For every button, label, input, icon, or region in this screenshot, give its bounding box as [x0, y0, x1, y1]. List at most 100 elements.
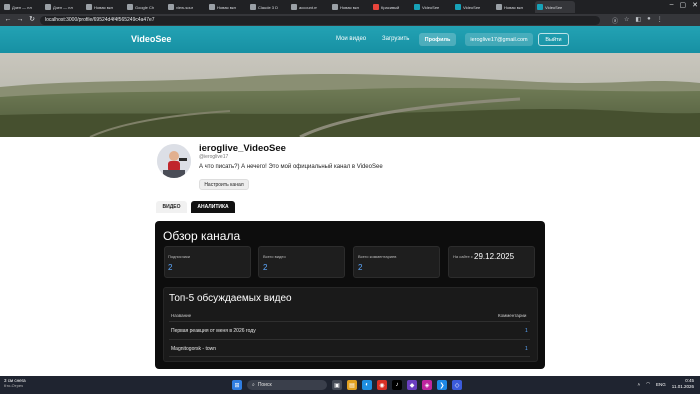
- chrome-icon[interactable]: ◉: [377, 380, 387, 390]
- top-videos-title: Топ-5 обсуждаемых видео: [169, 293, 292, 304]
- nav-email[interactable]: ieroglive17@gmail.com: [465, 33, 533, 46]
- tab-video[interactable]: ВИДЕО: [156, 201, 187, 213]
- browser-tab[interactable]: Claude 3 D: [248, 1, 288, 13]
- windows-start-icon[interactable]: ⊞: [232, 380, 242, 390]
- browser-tab[interactable]: Новая вкл: [84, 1, 124, 13]
- channel-banner: [0, 53, 700, 137]
- nav-my-videos[interactable]: Мои видео: [336, 36, 366, 42]
- browser-tab[interactable]: VideoSee: [412, 1, 452, 13]
- configure-channel-button[interactable]: Настроить канал: [199, 179, 249, 190]
- browser-tab[interactable]: Дзен — пл: [2, 1, 42, 13]
- table-row-comments: 1: [525, 346, 528, 352]
- star-icon[interactable]: ☆: [624, 16, 629, 25]
- minimize-icon[interactable]: –: [670, 1, 674, 9]
- browser-tab[interactable]: view-sour: [166, 1, 206, 13]
- stat-label: На сайте с: [453, 254, 473, 259]
- divider: [169, 356, 530, 357]
- browser-tab[interactable]: Новая вкл: [207, 1, 247, 13]
- forward-icon[interactable]: →: [16, 14, 24, 26]
- page-icon: [332, 4, 338, 10]
- search-label: Поиск: [257, 382, 272, 388]
- os-taskbar: 3 см снега Кто-Отреч ⊞ ⌕ Поиск ▣ ▤ ◐ ◉ ♪…: [0, 376, 700, 394]
- browser-tab[interactable]: Красивый: [371, 1, 411, 13]
- date: 11.01.2026: [671, 384, 694, 389]
- reload-icon[interactable]: ↻: [28, 14, 36, 26]
- divider: [169, 321, 530, 322]
- stat-value: 2: [263, 263, 268, 272]
- task-view-icon[interactable]: ▣: [332, 380, 342, 390]
- site-logo[interactable]: VideoSee: [131, 34, 171, 44]
- page-icon: [455, 4, 461, 10]
- app-icon[interactable]: ◇: [452, 380, 462, 390]
- stat-label: Всего комментариев: [358, 254, 397, 259]
- maximize-icon[interactable]: ▢: [680, 1, 687, 9]
- menu-icon[interactable]: ⋮: [657, 16, 663, 25]
- table-row-comments: 1: [525, 328, 528, 334]
- stat-card-videos: [258, 246, 345, 278]
- back-icon[interactable]: ←: [4, 14, 12, 26]
- stat-card-subscribers: [164, 246, 251, 278]
- browser-tab[interactable]: VideoSee: [453, 1, 493, 13]
- page-icon: [45, 4, 51, 10]
- browser-tab[interactable]: Новая вкл: [494, 1, 534, 13]
- page-icon: [86, 4, 92, 10]
- edge-icon[interactable]: ◐: [362, 380, 372, 390]
- overview-title: Обзор канала: [163, 229, 241, 243]
- channel-handle: @ieroglive17: [199, 154, 229, 160]
- stat-card-since: [448, 246, 535, 278]
- page-icon: [373, 4, 379, 10]
- avatar: [157, 144, 191, 178]
- tiktok-icon[interactable]: ♪: [392, 380, 402, 390]
- channel-name: ieroglive_VideoSee: [199, 143, 286, 154]
- divider: [169, 339, 530, 340]
- table-row-title[interactable]: Magnitogorsk - town: [171, 346, 216, 352]
- browser-tab[interactable]: Google Ch: [125, 1, 165, 13]
- search-icon: ⌕: [252, 382, 255, 388]
- close-icon[interactable]: ✕: [692, 1, 698, 9]
- app-icon[interactable]: ◆: [407, 380, 417, 390]
- weather-desc: Кто-Отреч: [4, 383, 24, 388]
- clock[interactable]: 0:45 11.01.2026: [672, 378, 694, 390]
- wifi-icon[interactable]: ◠: [646, 381, 650, 387]
- browser-tab-active[interactable]: VideoSee: [535, 1, 575, 13]
- browser-toolbar: ← → ↻ localhost:3000/profile/69524d4f4f5…: [0, 14, 700, 26]
- url-text: localhost:3000/profile/69524d4f4f565249c…: [45, 17, 155, 23]
- page-icon: [4, 4, 10, 10]
- page-viewport: VideoSee Мои видео Загрузить Профиль ier…: [0, 26, 700, 376]
- extensions-icon[interactable]: ◧: [635, 16, 641, 25]
- app-icon[interactable]: ◈: [422, 380, 432, 390]
- language-indicator[interactable]: ENG: [656, 382, 666, 387]
- page-icon: [250, 4, 256, 10]
- page-icon: [168, 4, 174, 10]
- nav-profile[interactable]: Профиль: [419, 33, 456, 46]
- page-icon: [127, 4, 133, 10]
- browser-tab[interactable]: account.m: [289, 1, 329, 13]
- profile-icon[interactable]: ●: [647, 16, 651, 25]
- browser-tab[interactable]: Дзен — пл: [43, 1, 83, 13]
- taskbar-search[interactable]: ⌕ Поиск: [247, 380, 327, 390]
- translate-icon[interactable]: ⓐ: [612, 16, 618, 25]
- caret-up-icon[interactable]: ˄: [637, 382, 640, 387]
- address-bar[interactable]: localhost:3000/profile/69524d4f4f565249c…: [40, 15, 600, 25]
- table-row-title[interactable]: Первая реакция от меня в 2026 году: [171, 328, 256, 334]
- tab-analytics[interactable]: АНАЛИТИКА: [191, 201, 235, 213]
- channel-bio: А что писать?) А нечего! Это мой официал…: [199, 164, 383, 170]
- page-icon: [496, 4, 502, 10]
- stat-value: 2: [358, 263, 363, 272]
- page-icon: [291, 4, 297, 10]
- logout-button[interactable]: Выйти: [538, 33, 569, 46]
- browser-tab-strip: Дзен — пл Дзен — пл Новая вкл Google Ch …: [0, 0, 700, 14]
- vscode-icon[interactable]: ❯: [437, 380, 447, 390]
- stat-card-comments: [353, 246, 440, 278]
- stat-value: 2: [168, 263, 173, 272]
- column-header-name: Название: [171, 313, 192, 318]
- stat-date: 29.12.2025: [474, 252, 515, 261]
- file-explorer-icon[interactable]: ▤: [347, 380, 357, 390]
- column-header-comments: Комментарии: [498, 313, 527, 318]
- page-icon: [537, 4, 543, 10]
- window-controls: – ▢ ✕: [670, 1, 698, 9]
- nav-upload[interactable]: Загрузить: [382, 36, 409, 42]
- page-icon: [209, 4, 215, 10]
- weather-widget[interactable]: 3 см снега Кто-Отреч: [4, 378, 64, 388]
- browser-tab[interactable]: Новая вкл: [330, 1, 370, 13]
